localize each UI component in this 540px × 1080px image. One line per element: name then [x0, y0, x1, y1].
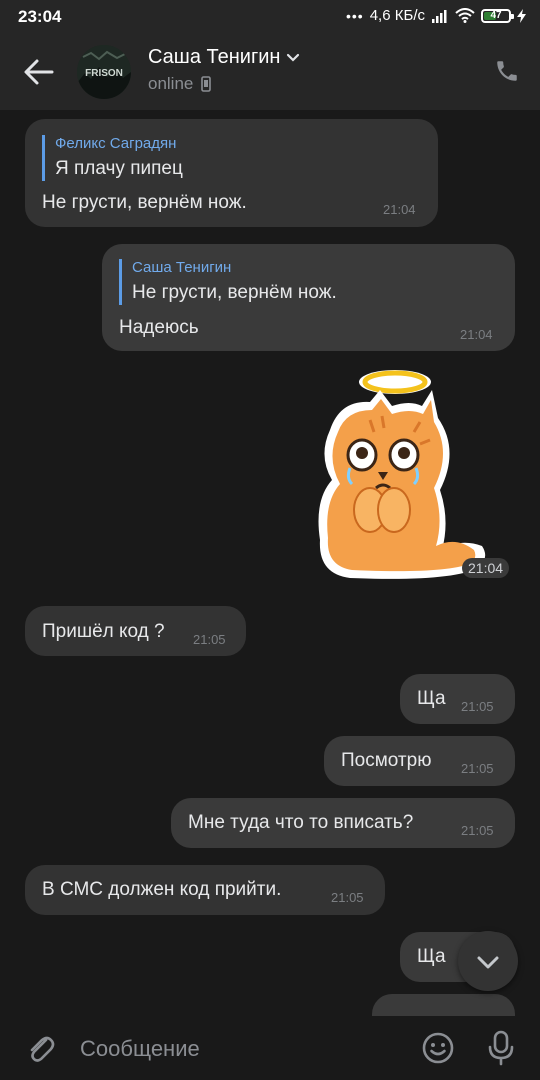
reply-quote[interactable]: Феликс Саградян Я плачу пипец — [42, 135, 183, 181]
contact-status: online — [148, 74, 194, 93]
message-incoming[interactable]: Феликс Саградян Я плачу пипец Не грусти,… — [25, 119, 438, 227]
signal-icon — [432, 9, 447, 23]
chevron-down-icon — [477, 956, 499, 969]
notification-dots: ••• — [346, 7, 364, 24]
reply-text: Не грусти, вернём нож. — [132, 282, 337, 303]
contact-status-line: online — [148, 74, 212, 94]
message-text: Пришёл код ? — [42, 621, 165, 642]
reply-text: Я плачу пипец — [55, 158, 183, 179]
reply-author: Феликс Саградян — [55, 135, 177, 152]
message-outgoing[interactable]: Саша Тенигин Не грусти, вернём нож. Наде… — [102, 244, 515, 351]
chevron-down-icon — [287, 53, 300, 62]
paperclip-icon[interactable] — [24, 1032, 56, 1064]
sticker-time: 21:04 — [462, 558, 510, 578]
message-text: Ща — [417, 946, 446, 967]
avatar-image: FRISON — [77, 45, 131, 99]
message-time: 21:04 — [460, 327, 493, 342]
status-time: 23:04 — [18, 7, 62, 26]
arrow-left-icon[interactable] — [22, 56, 56, 88]
status-bar: 23:04 ••• 4,6 КБ/с 47 — [0, 0, 540, 34]
reply-quote[interactable]: Саша Тенигин Не грусти, вернём нож. — [119, 259, 337, 305]
message-time: 21:05 — [331, 890, 364, 905]
message-text: Надеюсь — [119, 317, 199, 338]
message-outgoing[interactable]: Посмотрю 21:05 — [324, 736, 515, 786]
mobile-device-icon — [201, 76, 212, 92]
message-input[interactable] — [78, 1030, 402, 1068]
message-text: В СМС должен код прийти. — [42, 879, 282, 900]
wifi-icon — [455, 8, 475, 23]
scroll-to-bottom-button[interactable] — [458, 931, 518, 991]
reply-author: Саша Тенигин — [132, 259, 232, 276]
avatar[interactable]: FRISON — [77, 45, 131, 99]
avatar-text: FRISON — [85, 68, 123, 79]
message-time: 21:05 — [461, 699, 494, 714]
status-indicators: ••• 4,6 КБ/с 47 — [346, 7, 526, 24]
sticker-crying-cat[interactable] — [310, 360, 490, 582]
message-outgoing[interactable]: Ща 21:05 — [400, 674, 515, 724]
battery-icon: 47 — [481, 8, 514, 23]
message-text: Посмотрю — [341, 750, 432, 771]
contact-title[interactable]: Саша Тенигин — [148, 46, 300, 69]
message-time: 21:05 — [461, 761, 494, 776]
contact-name: Саша Тенигин — [148, 46, 281, 68]
smiley-icon[interactable] — [421, 1031, 455, 1065]
message-incoming[interactable]: В СМС должен код прийти. 21:05 — [25, 865, 385, 915]
message-time: 21:05 — [193, 632, 226, 647]
message-text: Мне туда что то вписать? — [188, 812, 414, 833]
chat-header: FRISON Саша Тенигин online — [0, 34, 540, 110]
network-speed: 4,6 КБ/с — [369, 7, 425, 24]
microphone-icon[interactable] — [486, 1029, 516, 1067]
battery-percent: 47 — [490, 10, 502, 21]
message-text: Не грусти, вернём нож. — [42, 192, 247, 213]
message-text: Ща — [417, 688, 446, 709]
phone-icon[interactable] — [494, 58, 520, 84]
message-time: 21:05 — [461, 823, 494, 838]
message-outgoing-partial[interactable] — [372, 994, 515, 1016]
message-time: 21:04 — [383, 202, 416, 217]
message-incoming[interactable]: Пришёл код ? 21:05 — [25, 606, 246, 656]
message-composer — [0, 1016, 540, 1080]
charging-icon — [517, 8, 526, 23]
message-outgoing[interactable]: Мне туда что то вписать? 21:05 — [171, 798, 515, 848]
